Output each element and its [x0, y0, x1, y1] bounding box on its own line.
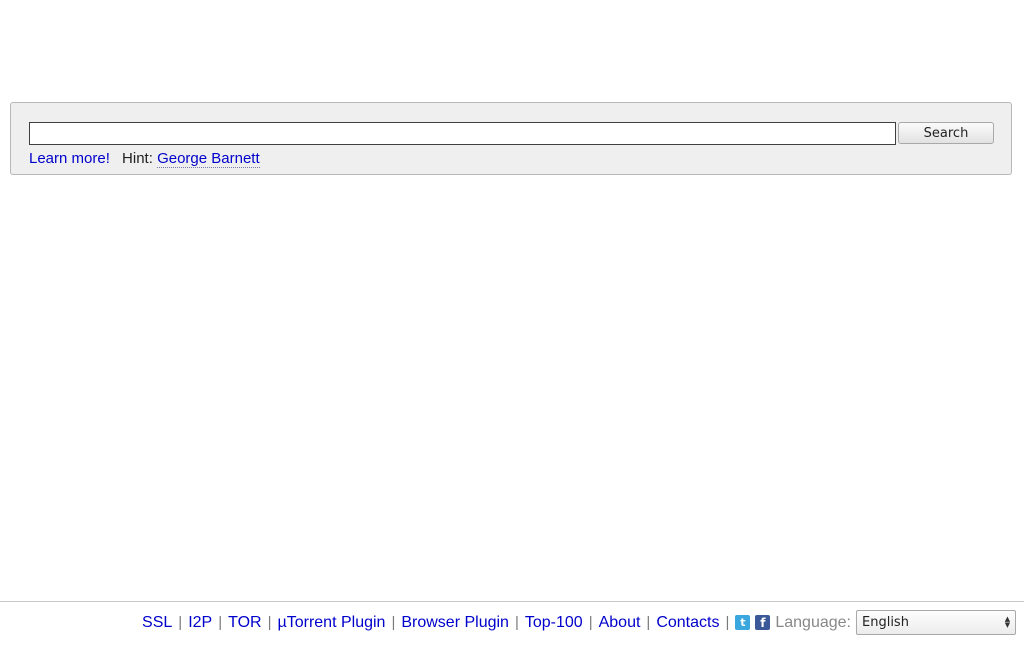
footer: SSL | I2P | TOR | µTorrent Plugin | Brow… [0, 601, 1024, 645]
language-selected-value: English [862, 615, 909, 630]
select-arrows-icon: ▲ ▼ [1004, 615, 1011, 629]
footer-link-browser-plugin[interactable]: Browser Plugin [401, 611, 509, 635]
footer-link-ssl[interactable]: SSL [142, 611, 172, 635]
separator: | [178, 613, 183, 631]
twitter-icon[interactable]: t [735, 615, 751, 630]
footer-link-i2p[interactable]: I2P [188, 611, 212, 635]
language-select[interactable]: English ▲ ▼ [856, 610, 1016, 635]
separator: | [725, 613, 730, 631]
search-button[interactable]: Search [898, 122, 994, 144]
footer-link-top-100[interactable]: Top-100 [525, 611, 583, 635]
hint-label: Hint: [122, 150, 153, 167]
learn-more-link[interactable]: Learn more! [29, 150, 110, 167]
search-panel: Search Learn more! Hint: George Barnett [10, 102, 1012, 175]
separator: | [588, 613, 593, 631]
footer-link-contacts[interactable]: Contacts [656, 611, 719, 635]
language-label: Language: [775, 613, 851, 631]
separator: | [267, 613, 272, 631]
separator: | [646, 613, 651, 631]
search-input[interactable] [29, 122, 896, 145]
separator: | [514, 613, 519, 631]
separator: | [218, 613, 223, 631]
footer-link-utorrent-plugin[interactable]: µTorrent Plugin [278, 611, 386, 635]
footer-links: SSL | I2P | TOR | µTorrent Plugin | Brow… [142, 610, 1016, 635]
footer-link-about[interactable]: About [599, 611, 641, 635]
hint-row: Learn more! Hint: George Barnett [29, 150, 260, 168]
separator: | [391, 613, 396, 631]
hint-link[interactable]: George Barnett [157, 150, 260, 168]
facebook-icon[interactable]: f [755, 615, 771, 630]
footer-link-tor[interactable]: TOR [228, 611, 261, 635]
